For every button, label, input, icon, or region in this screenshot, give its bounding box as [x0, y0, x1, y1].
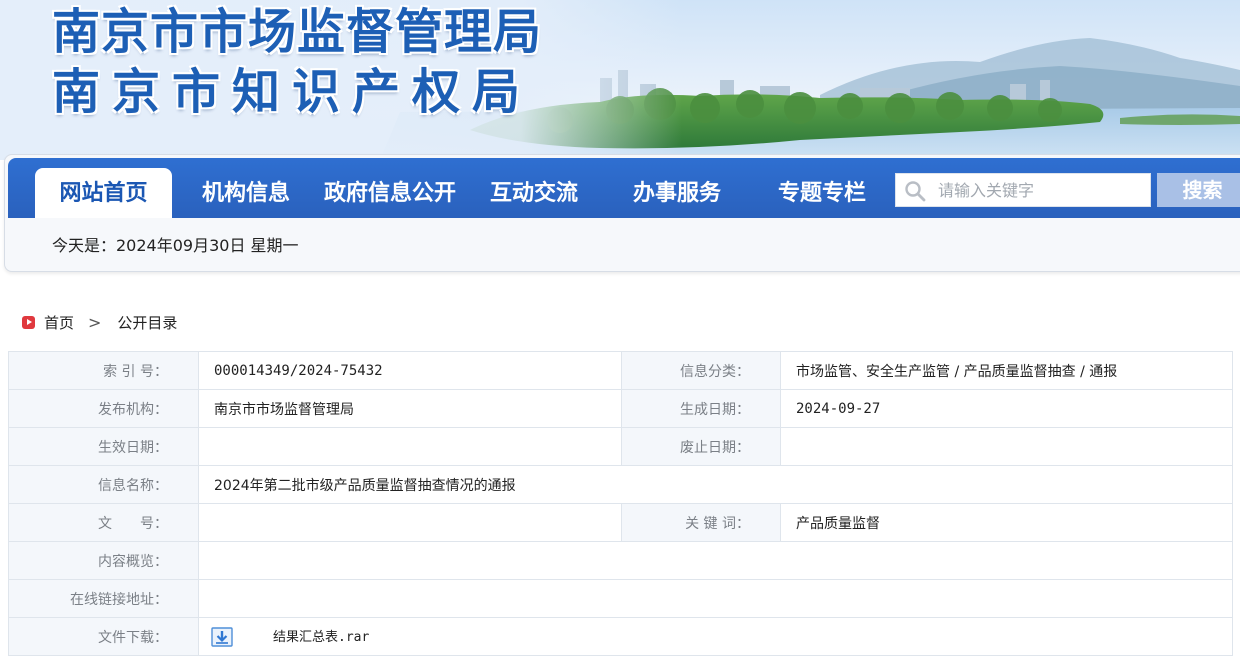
breadcrumb-current[interactable]: 公开目录	[117, 312, 177, 333]
table-row: 信息名称： 2024年第二批市级产品质量监督抽查情况的通报	[8, 465, 1233, 504]
table-row: 内容概览：	[8, 541, 1233, 580]
keywords-label: 关 键 词：	[621, 503, 781, 542]
site-banner: 南京市市场监督管理局 南京市知识产权局	[0, 0, 1240, 160]
search-icon	[905, 181, 926, 202]
summary-label: 内容概览：	[8, 541, 199, 580]
search-box	[895, 173, 1151, 207]
abolish-date-label: 废止日期：	[621, 427, 781, 466]
category-label: 信息分类：	[621, 351, 781, 390]
publisher-value: 南京市市场监督管理局	[198, 389, 622, 428]
abolish-date-value	[780, 427, 1233, 466]
info-name-label: 信息名称：	[8, 465, 199, 504]
search-button[interactable]: 搜索	[1157, 173, 1240, 207]
nav-item-organization[interactable]: 机构信息	[202, 168, 290, 218]
online-link-value	[198, 579, 1233, 618]
download-icon[interactable]	[211, 627, 233, 647]
nav-item-services[interactable]: 办事服务	[633, 168, 721, 218]
home-play-icon	[22, 315, 35, 329]
publisher-label: 发布机构：	[8, 389, 199, 428]
index-label: 索 引 号：	[8, 351, 199, 390]
table-row: 文 号： 关 键 词： 产品质量监督	[8, 503, 1233, 542]
summary-value	[198, 541, 1233, 580]
index-value: 000014349/2024-75432	[198, 351, 622, 390]
nav-item-interaction[interactable]: 互动交流	[490, 168, 578, 218]
breadcrumb-home[interactable]: 首页	[44, 312, 74, 333]
doc-number-value	[198, 503, 622, 542]
effective-date-label: 生效日期：	[8, 427, 199, 466]
download-file-link[interactable]: 结果汇总表.rar	[273, 630, 369, 645]
doc-number-label: 文 号：	[8, 503, 199, 542]
info-metadata-table: 索 引 号： 000014349/2024-75432 信息分类： 市场监管、安…	[8, 351, 1233, 656]
info-name-value: 2024年第二批市级产品质量监督抽查情况的通报	[198, 465, 1233, 504]
table-row: 在线链接地址：	[8, 579, 1233, 618]
nav-item-gov-info[interactable]: 政府信息公开	[324, 168, 456, 218]
banner-title-primary: 南京市市场监督管理局	[52, 4, 543, 60]
breadcrumb: 首页 > 公开目录	[22, 312, 177, 332]
effective-date-value	[198, 427, 622, 466]
banner-title-secondary: 南京市知识产权局	[52, 64, 533, 120]
keywords-value: 产品质量监督	[780, 503, 1233, 542]
table-row: 索 引 号： 000014349/2024-75432 信息分类： 市场监管、安…	[8, 351, 1233, 390]
table-row: 文件下载： 结果汇总表.rar	[8, 617, 1233, 656]
nav-item-topics[interactable]: 专题专栏	[778, 168, 866, 218]
main-nav: 网站首页 机构信息 政府信息公开 互动交流 办事服务 专题专栏 搜索	[8, 158, 1240, 218]
search-input[interactable]	[938, 174, 1148, 206]
online-link-label: 在线链接地址：	[8, 579, 199, 618]
category-value: 市场监管、安全生产监管 / 产品质量监督抽查 / 通报	[780, 351, 1233, 390]
download-label: 文件下载：	[8, 617, 199, 656]
created-date-value: 2024-09-27	[780, 389, 1233, 428]
table-row: 生效日期： 废止日期：	[8, 427, 1233, 466]
table-row: 发布机构： 南京市市场监督管理局 生成日期： 2024-09-27	[8, 389, 1233, 428]
current-date: 今天是：2024年09月30日 星期一	[52, 236, 299, 255]
download-cell: 结果汇总表.rar	[198, 617, 1233, 656]
created-date-label: 生成日期：	[621, 389, 781, 428]
nav-item-home[interactable]: 网站首页	[35, 168, 172, 218]
breadcrumb-separator: >	[88, 312, 102, 332]
